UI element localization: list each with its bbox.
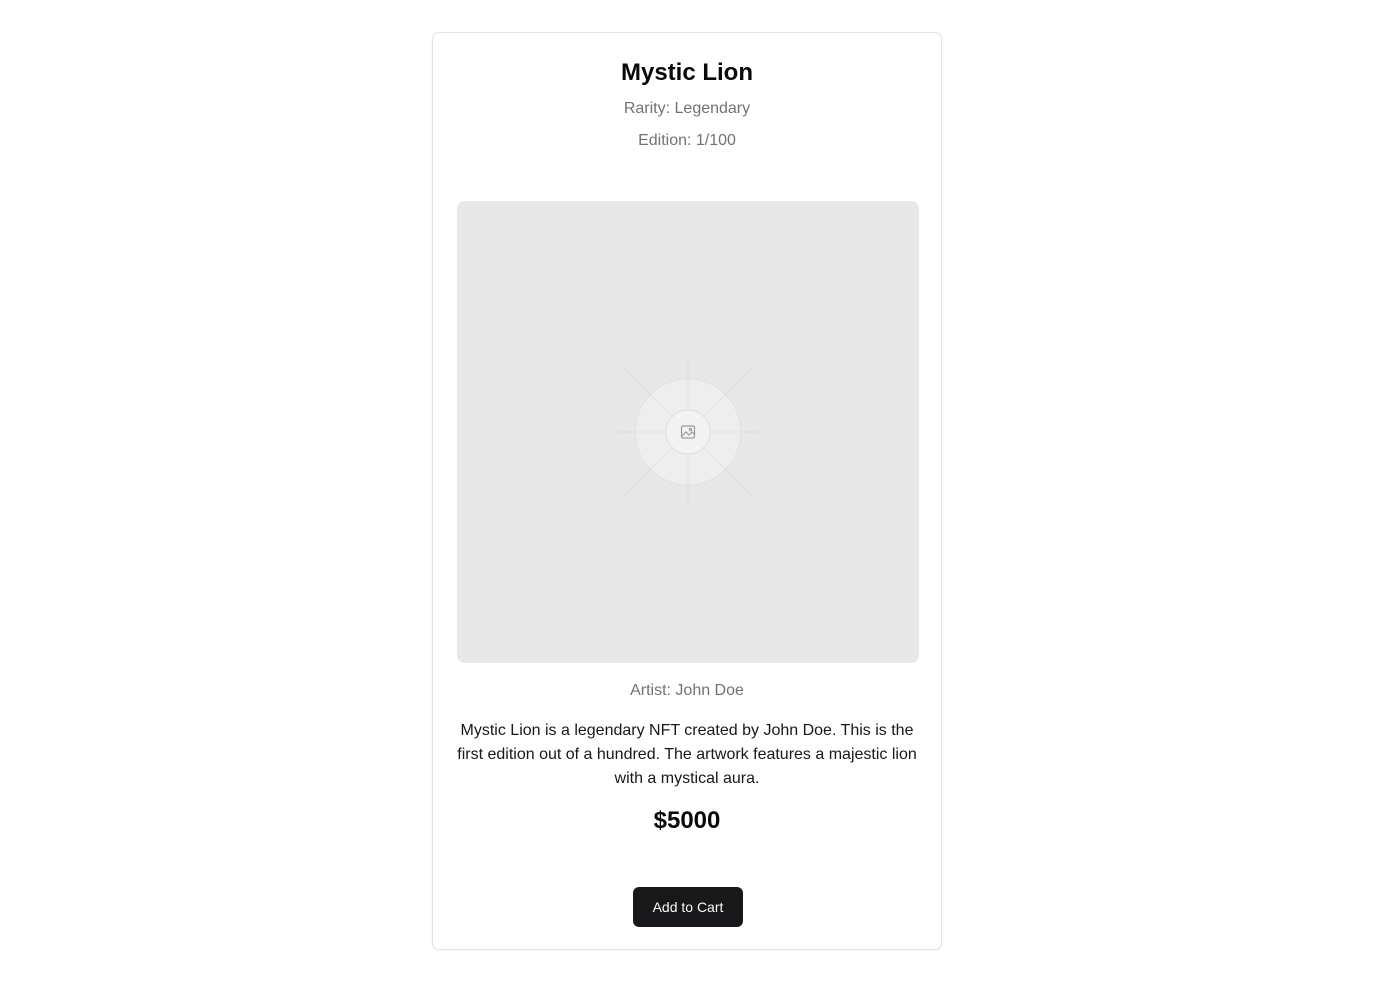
product-image-placeholder [457, 201, 919, 663]
product-artist: Artist: John Doe [630, 682, 744, 699]
nft-card: Mystic Lion Rarity: Legendary Edition: 1… [432, 32, 942, 950]
add-to-cart-button[interactable]: Add to Cart [633, 887, 743, 927]
product-price: $5000 [653, 807, 721, 834]
product-rarity: Rarity: Legendary [623, 100, 751, 117]
product-description: Mystic Lion is a legendary NFT created b… [457, 722, 917, 787]
product-title: Mystic Lion [620, 59, 753, 86]
product-edition: Edition: 1/100 [638, 132, 736, 149]
placeholder-graphic [617, 361, 759, 503]
